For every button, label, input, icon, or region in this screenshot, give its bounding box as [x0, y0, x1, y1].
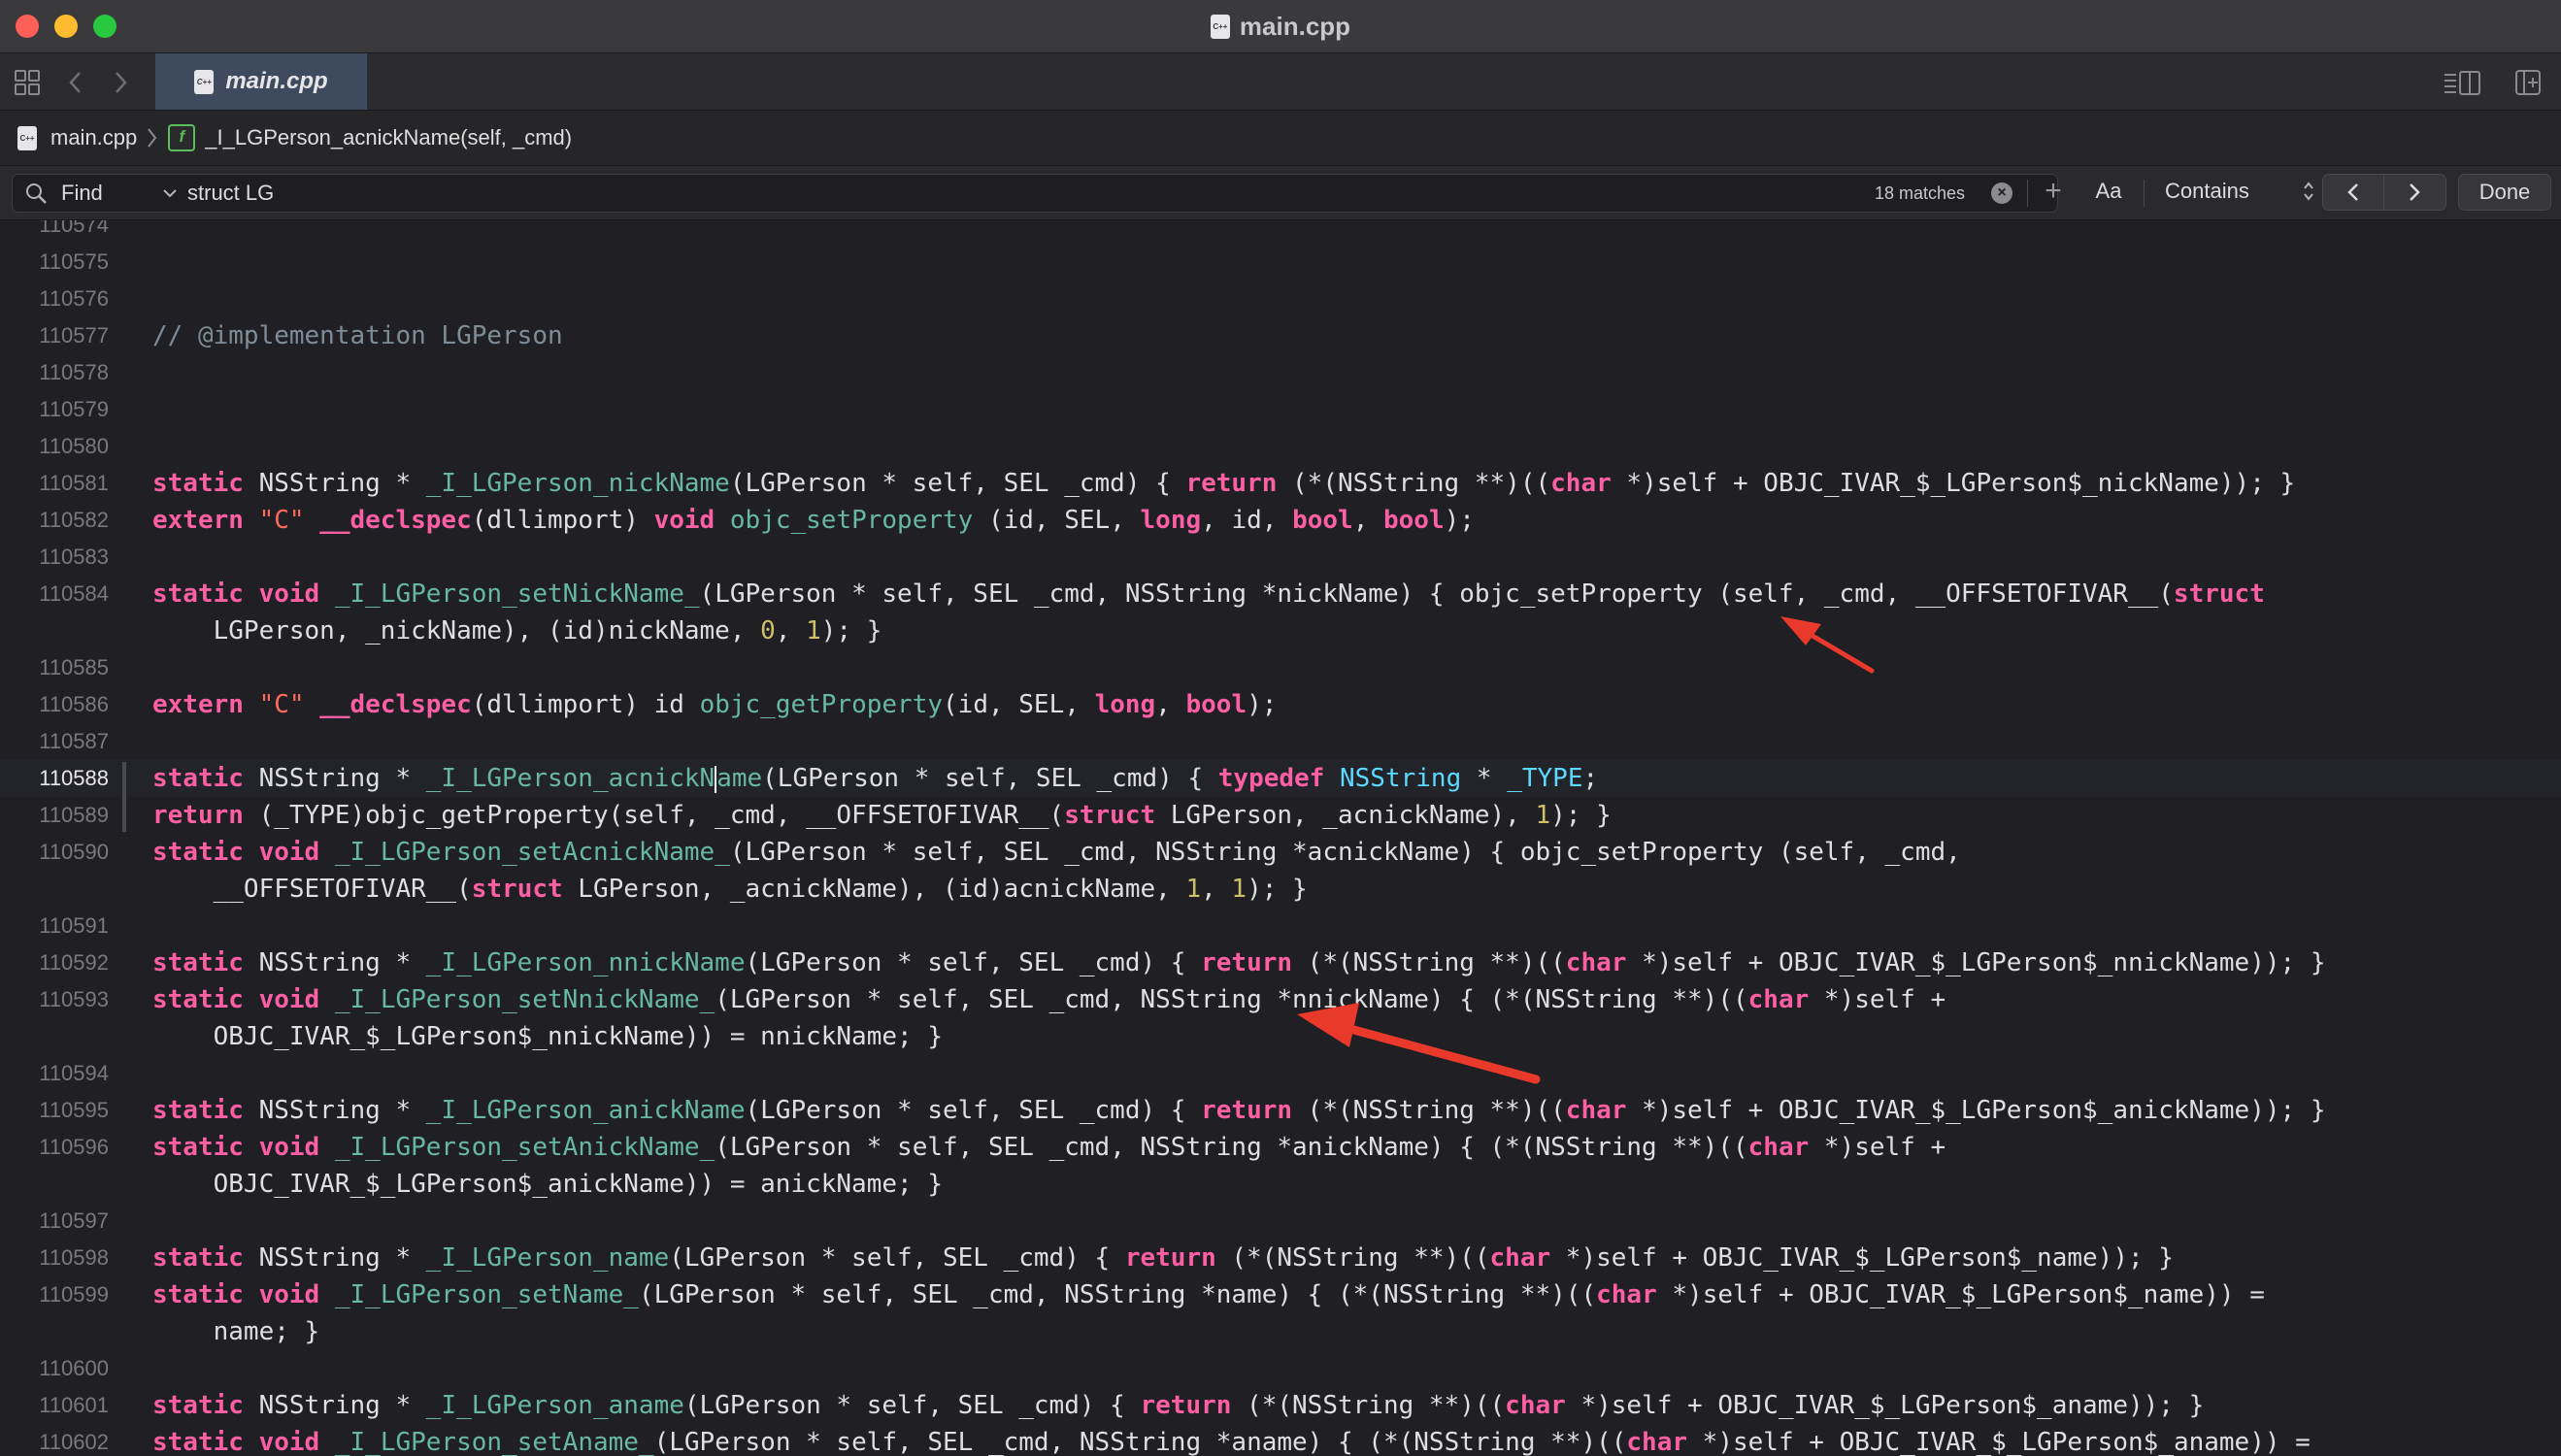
add-editor-icon[interactable]	[2514, 69, 2542, 96]
tab-main-cpp[interactable]: C++ main.cpp	[155, 53, 367, 110]
back-icon[interactable]	[66, 69, 85, 96]
previous-match-button[interactable]	[2323, 175, 2383, 210]
title-bar: C++ main.cpp	[0, 0, 2561, 53]
match-type-select[interactable]: Contains	[2157, 174, 2320, 209]
search-input[interactable]: struct LG	[187, 175, 274, 212]
grid-icon[interactable]	[14, 69, 41, 96]
divider	[2027, 180, 2028, 207]
case-sensitive-toggle[interactable]: Aa	[2087, 174, 2130, 209]
inspector-icon[interactable]	[2443, 69, 2481, 96]
done-button[interactable]: Done	[2458, 174, 2551, 211]
find-bar: Find struct LG 18 matches × + Aa Contain…	[0, 166, 2561, 220]
annotation-arrows	[1297, 616, 1875, 1084]
breadcrumb-function[interactable]: _I_LGPerson_acnickName(self, _cmd)	[205, 125, 572, 150]
cpp-file-icon: C++	[194, 69, 215, 94]
chevron-right-icon	[148, 128, 157, 148]
match-navigation	[2322, 174, 2446, 211]
annotation-arrow-icon	[1780, 616, 1875, 674]
search-icon	[26, 183, 47, 204]
clear-icon[interactable]: ×	[1991, 182, 2012, 204]
cpp-file-icon: C++	[1210, 14, 1230, 39]
chevron-down-icon	[163, 189, 177, 198]
breadcrumb: C++ main.cpp f _I_LGPerson_acnickName(se…	[0, 111, 2561, 166]
find-mode-selector[interactable]: Find	[24, 175, 178, 212]
window-title: C++ main.cpp	[0, 0, 2561, 52]
chevron-left-icon	[2347, 183, 2358, 201]
annotation-arrow-icon	[1297, 1003, 1541, 1084]
code-editor[interactable]: 110574 110575 110576 110577// @implementati…	[0, 220, 2561, 1456]
window-title-text: main.cpp	[1239, 11, 1351, 41]
find-field[interactable]: Find struct LG 18 matches ×	[12, 174, 2058, 213]
match-count: 18 matches	[1875, 183, 1966, 203]
divider	[2144, 180, 2145, 207]
plus-icon[interactable]: +	[2039, 174, 2068, 209]
next-match-button[interactable]	[2384, 175, 2445, 210]
function-icon: f	[168, 124, 196, 151]
chevron-right-icon	[2410, 183, 2420, 201]
cpp-file-icon: C++	[17, 125, 37, 150]
tab-label: main.cpp	[225, 68, 328, 94]
breadcrumb-file[interactable]: main.cpp	[50, 125, 137, 150]
tab-bar: C++ main.cpp	[0, 53, 2561, 111]
forward-icon[interactable]	[111, 69, 130, 96]
match-type-label: Contains	[2165, 179, 2249, 203]
updown-chevron-icon	[2304, 182, 2313, 201]
find-mode-label: Find	[61, 181, 103, 205]
